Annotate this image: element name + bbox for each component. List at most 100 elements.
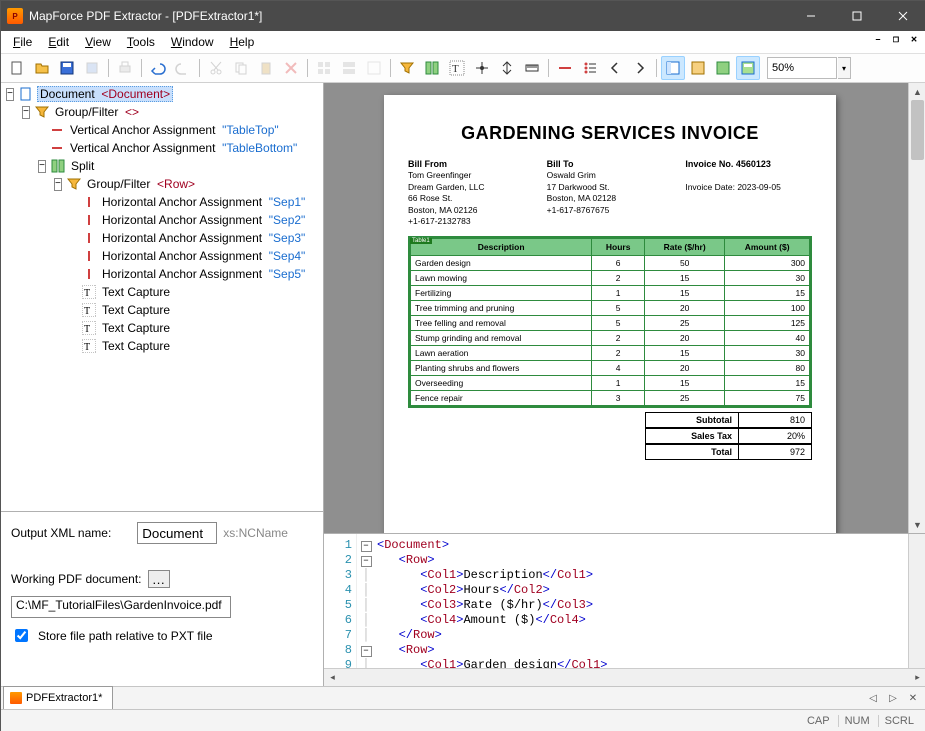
expand-toggle[interactable]: − (22, 106, 30, 119)
scroll-thumb[interactable] (911, 100, 924, 160)
pdf-page: GARDENING SERVICES INVOICE Bill FromTom … (384, 95, 836, 534)
svg-text:T: T (84, 306, 90, 317)
menu-tools[interactable]: Tools (119, 33, 163, 51)
line-gutter: 123456789 (324, 534, 357, 686)
pdf-vertical-scrollbar[interactable]: ▲ ▼ (908, 83, 925, 533)
split-button[interactable] (420, 56, 444, 80)
tree-node-anchor[interactable]: Vertical Anchor Assignment "TableBottom" (68, 141, 299, 155)
mdi-restore-button[interactable]: ❐ (888, 33, 904, 47)
menu-view[interactable]: View (77, 33, 119, 51)
text-capture-icon: T (81, 303, 97, 317)
anchor-left-button[interactable] (603, 56, 627, 80)
maximize-button[interactable] (834, 1, 880, 31)
tree-node-text-capture[interactable]: Text Capture (100, 321, 179, 335)
menu-help[interactable]: Help (222, 33, 263, 51)
mdi-close-button[interactable]: ✕ (906, 33, 922, 47)
fold-toggle[interactable]: − (361, 556, 372, 567)
tab-next-button[interactable]: ▷ (884, 689, 902, 707)
xml-name-label: Output XML name: (11, 526, 111, 540)
tab-prev-button[interactable]: ◁ (864, 689, 882, 707)
open-button[interactable] (30, 56, 54, 80)
toolbar: T 50% ▾ (1, 54, 925, 83)
tree-node-group-filter[interactable]: Group/Filter <Row> (85, 177, 197, 191)
svg-text:T: T (84, 288, 90, 299)
filter-icon (66, 177, 82, 191)
scroll-up-button[interactable]: ▲ (909, 83, 925, 100)
text-capture-button[interactable]: T (445, 56, 469, 80)
expand-toggle[interactable]: − (38, 160, 46, 173)
view2-button[interactable] (686, 56, 710, 80)
menu-edit[interactable]: Edit (40, 33, 77, 51)
close-button[interactable] (880, 1, 925, 31)
tool-c-button[interactable] (362, 56, 386, 80)
menu-window[interactable]: Window (163, 33, 222, 51)
print-button[interactable] (113, 56, 137, 80)
xml-name-input[interactable] (137, 522, 217, 544)
undo-button[interactable] (146, 56, 170, 80)
view4-button[interactable] (736, 56, 760, 80)
tree-node-text-capture[interactable]: Text Capture (100, 285, 179, 299)
collapse-button[interactable] (495, 56, 519, 80)
delete-button[interactable] (279, 56, 303, 80)
view1-button[interactable] (661, 56, 685, 80)
relative-path-checkbox[interactable] (15, 629, 28, 642)
structure-tree[interactable]: − Document <Document> − Group/Filter <> … (1, 83, 323, 511)
tree-node-anchor[interactable]: Horizontal Anchor Assignment "Sep2" (100, 213, 307, 227)
anchor-icon (81, 213, 97, 227)
status-cap: CAP (801, 715, 836, 727)
tree-node-anchor[interactable]: Vertical Anchor Assignment "TableTop" (68, 123, 281, 137)
scroll-down-button[interactable]: ▼ (909, 516, 925, 533)
anchor-right-button[interactable] (628, 56, 652, 80)
tool-a-button[interactable] (312, 56, 336, 80)
merge-button[interactable] (470, 56, 494, 80)
save-all-button[interactable] (80, 56, 104, 80)
tree-node-text-capture[interactable]: Text Capture (100, 339, 179, 353)
redo-button[interactable] (171, 56, 195, 80)
tree-node-split[interactable]: Split (69, 159, 96, 173)
zoom-dropdown-button[interactable]: ▾ (838, 57, 851, 79)
xml-name-hint: xs:NCName (223, 526, 288, 540)
anchor-icon (81, 231, 97, 245)
tree-node-anchor[interactable]: Horizontal Anchor Assignment "Sep5" (100, 267, 307, 281)
browse-button[interactable]: … (148, 570, 170, 588)
xml-vertical-scrollbar[interactable] (908, 534, 925, 686)
tree-node-anchor[interactable]: Horizontal Anchor Assignment "Sep1" (100, 195, 307, 209)
fold-toggle[interactable]: − (361, 541, 372, 552)
doc-tab[interactable]: PDFExtractor1* (3, 686, 113, 709)
zoom-input[interactable]: 50% (767, 57, 837, 79)
tree-node-anchor[interactable]: Horizontal Anchor Assignment "Sep3" (100, 231, 307, 245)
anchor-h-button[interactable] (553, 56, 577, 80)
anchor-v-button[interactable] (578, 56, 602, 80)
copy-button[interactable] (229, 56, 253, 80)
expand-toggle[interactable]: − (54, 178, 62, 191)
mdi-minimize-button[interactable]: – (870, 33, 886, 47)
tab-close-button[interactable]: ✕ (904, 689, 922, 707)
paste-button[interactable] (254, 56, 278, 80)
ruler-button[interactable] (520, 56, 544, 80)
pdf-preview[interactable]: GARDENING SERVICES INVOICE Bill FromTom … (324, 83, 925, 534)
split-icon (50, 159, 66, 173)
status-num: NUM (838, 715, 876, 727)
cut-button[interactable] (204, 56, 228, 80)
anchor-icon (49, 141, 65, 155)
scroll-left-button[interactable]: ◂ (324, 669, 341, 686)
new-button[interactable] (5, 56, 29, 80)
xml-horizontal-scrollbar[interactable]: ◂ ▸ (324, 668, 925, 686)
save-button[interactable] (55, 56, 79, 80)
tree-node-text-capture[interactable]: Text Capture (100, 303, 179, 317)
working-doc-label: Working PDF document: (11, 572, 142, 586)
xml-body[interactable]: <Document> <Row> <Col1>Description</Col1… (375, 534, 908, 686)
view3-button[interactable] (711, 56, 735, 80)
expand-toggle[interactable]: − (6, 88, 14, 101)
tree-node-document[interactable]: Document <Document> (37, 86, 173, 102)
fold-toggle[interactable]: − (361, 646, 372, 657)
scroll-right-button[interactable]: ▸ (909, 669, 925, 686)
tree-node-group-filter[interactable]: Group/Filter <> (53, 105, 141, 119)
menu-file[interactable]: File (5, 33, 40, 51)
tool-b-button[interactable] (337, 56, 361, 80)
table-region-tag: Table1 (410, 238, 432, 244)
tree-node-anchor[interactable]: Horizontal Anchor Assignment "Sep4" (100, 249, 307, 263)
minimize-button[interactable] (788, 1, 834, 31)
group-filter-button[interactable] (395, 56, 419, 80)
invoice-title: GARDENING SERVICES INVOICE (408, 123, 812, 144)
